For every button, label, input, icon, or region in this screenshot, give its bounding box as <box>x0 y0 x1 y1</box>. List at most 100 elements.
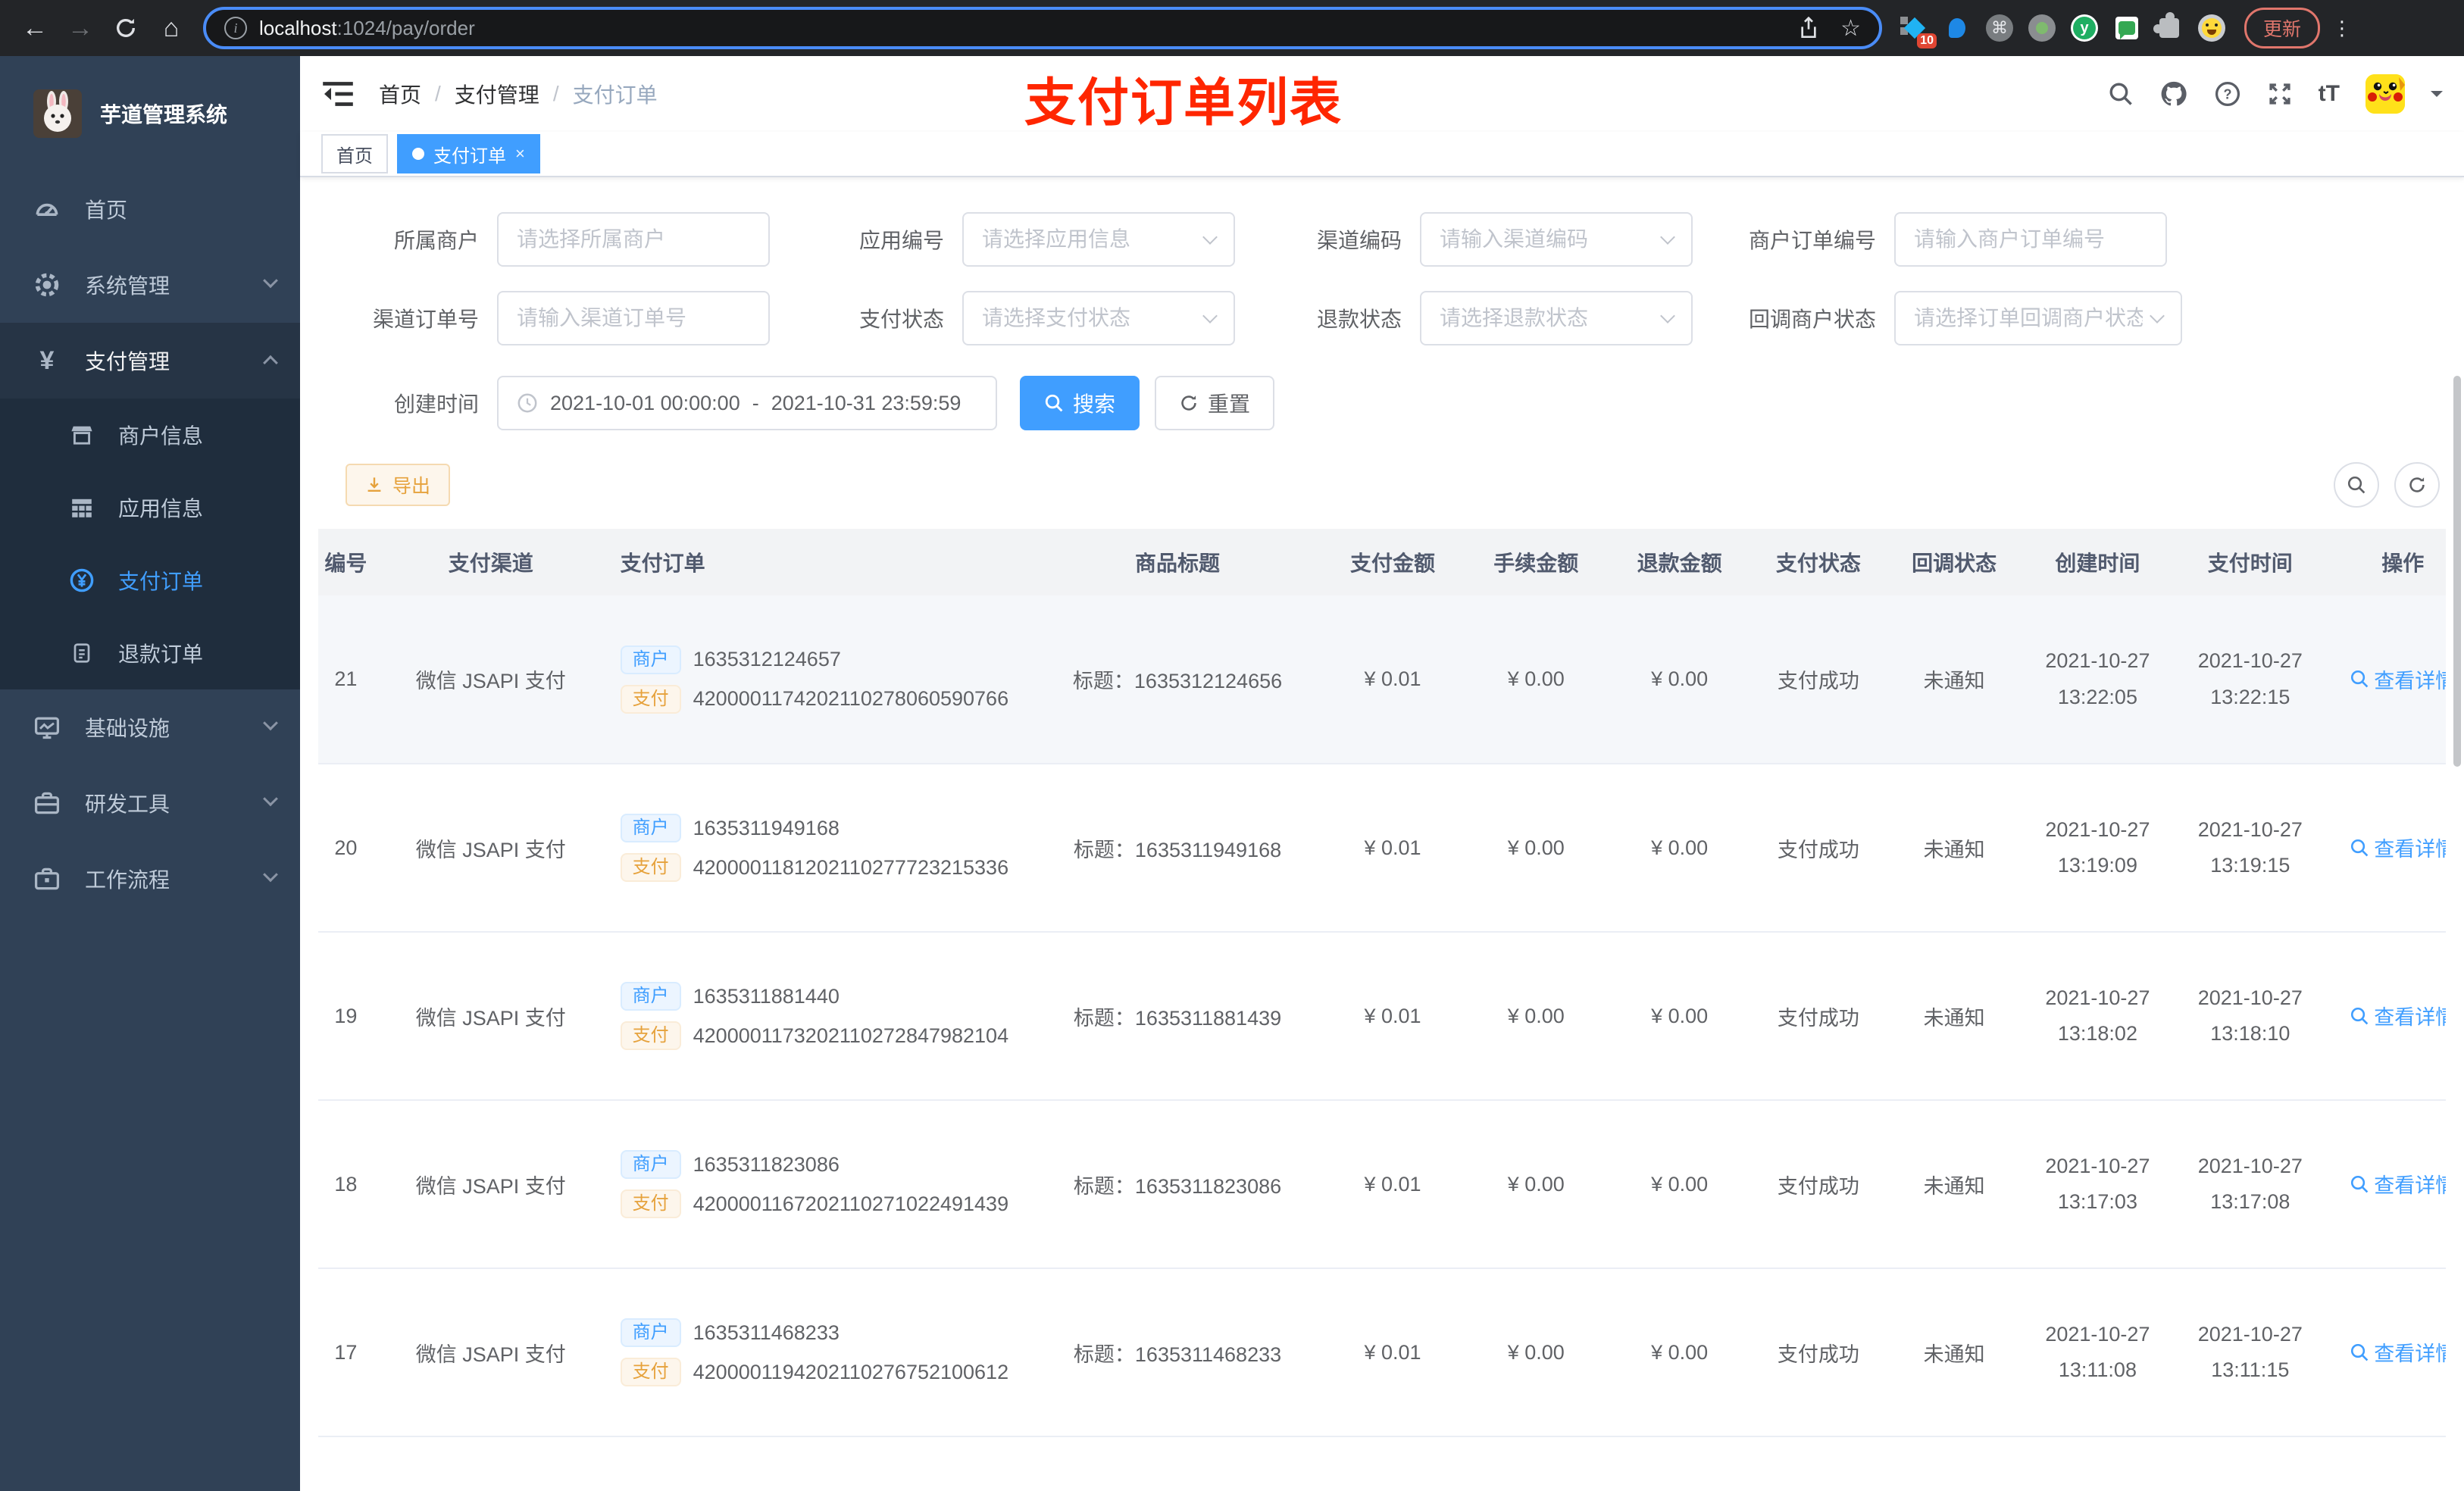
cell-refund: ¥ 0.00 <box>1609 1268 1750 1437</box>
sidebar-item-payment[interactable]: ¥ 支付管理 <box>0 323 300 399</box>
merchant-input[interactable] <box>497 212 770 267</box>
toggle-search-button[interactable] <box>2334 462 2379 508</box>
sidebar-item-refund-order[interactable]: 退款订单 <box>0 617 300 689</box>
pay-tag: 支付 <box>620 1358 681 1386</box>
refresh-table-button[interactable] <box>2394 462 2440 508</box>
command-icon[interactable]: ⌘ <box>1985 14 2014 42</box>
question-icon[interactable]: ? <box>2214 80 2241 108</box>
svg-text:?: ? <box>2223 86 2231 102</box>
forward-icon[interactable]: → <box>58 7 103 49</box>
cell-amount: ¥ 0.01 <box>1322 1268 1463 1437</box>
home-icon[interactable]: ⌂ <box>149 7 194 49</box>
cell-actions: 查看详情 <box>2326 595 2446 764</box>
merchant-order-line: 商户 1635311881440 <box>620 982 1033 1011</box>
close-icon[interactable]: × <box>515 144 525 164</box>
app-logo-row[interactable]: 芋道管理系统 <box>0 56 300 171</box>
cell-channel: 微信 JSAPI 支付 <box>391 1268 590 1437</box>
chevron-down-icon <box>263 273 278 289</box>
sidebar-item-home[interactable]: 首页 <box>0 171 300 247</box>
col-channel: 支付渠道 <box>391 529 590 595</box>
browser-menu-icon[interactable]: ⋮ <box>2332 18 2352 38</box>
cell-fee: ¥ 0.00 <box>1462 595 1609 764</box>
avatar[interactable] <box>2366 74 2405 114</box>
cell-notify-status: 未通知 <box>1887 932 2022 1101</box>
cell-amount: ¥ 0.01 <box>1322 932 1463 1101</box>
merchant-tag: 商户 <box>620 645 681 674</box>
merchant-order-no: 1635312124657 <box>693 648 841 670</box>
notify-status-select[interactable] <box>1894 291 2182 345</box>
merchant-tag: 商户 <box>620 1150 681 1179</box>
address-bar[interactable]: i localhost:1024/pay/order ☆ <box>203 7 1882 49</box>
y-circle-icon[interactable]: y <box>2070 14 2099 42</box>
tab-pay-order[interactable]: 支付订单 × <box>397 134 540 173</box>
refund-status-select[interactable] <box>1420 291 1693 345</box>
breadcrumb-home[interactable]: 首页 <box>379 79 421 109</box>
channel-code-select[interactable] <box>1420 212 1693 267</box>
fullscreen-icon[interactable] <box>2267 81 2293 107</box>
app-logo <box>33 89 82 138</box>
view-detail-link[interactable]: 查看详情 <box>2350 664 2446 694</box>
sidebar-item-system[interactable]: 系统管理 <box>0 247 300 323</box>
sidebar-item-pay-order[interactable]: 支付订单 <box>0 544 300 617</box>
reload-icon[interactable] <box>103 7 149 49</box>
view-detail-link[interactable]: 查看详情 <box>2350 1169 2446 1199</box>
chat-icon[interactable] <box>2112 14 2141 42</box>
puzzle-icon[interactable] <box>2153 12 2184 42</box>
filter-label: 回调商户状态 <box>1748 308 1876 331</box>
search-icon <box>1045 394 1063 412</box>
vertical-scrollbar[interactable] <box>2453 376 2461 767</box>
submenu-item-label: 商户信息 <box>118 424 204 448</box>
table-row: 商户1635311951796 <box>318 1436 2446 1491</box>
emoji-icon[interactable] <box>2197 14 2226 42</box>
search-icon[interactable] <box>2108 81 2134 107</box>
share-icon[interactable] <box>1798 17 1819 39</box>
sidebar-item-label: 支付管理 <box>85 350 170 374</box>
cell-pay-time: 2021-10-27 13:22:15 <box>2174 595 2327 764</box>
browser-update-button[interactable]: 更新 <box>2244 8 2321 48</box>
breadcrumb-payment[interactable]: 支付管理 <box>455 79 539 109</box>
view-detail-link[interactable]: 查看详情 <box>2350 833 2446 862</box>
collapse-sidebar-icon[interactable] <box>321 80 355 108</box>
search-icon <box>2351 1007 2369 1025</box>
github-icon[interactable] <box>2159 80 2188 108</box>
pay-order-no: 4200001173202110272847982104 <box>693 1024 1009 1047</box>
sidebar-item-infrastructure[interactable]: 基础设施 <box>0 689 300 765</box>
view-detail-link[interactable]: 查看详情 <box>2350 1001 2446 1030</box>
chevron-down-icon <box>263 791 278 807</box>
site-info-icon[interactable]: i <box>224 17 247 39</box>
pixel-diamond-icon[interactable]: 10 <box>1900 14 1937 48</box>
cell-create-time <box>2021 1436 2175 1491</box>
search-button[interactable]: 搜索 <box>1020 376 1140 430</box>
bookmark-star-icon[interactable]: ☆ <box>1840 15 1861 42</box>
sidebar-item-merchant-info[interactable]: 商户信息 <box>0 399 300 471</box>
balloon-icon[interactable] <box>1943 14 1972 42</box>
cell-pay-time: 2021-10-27 13:11:15 <box>2174 1268 2327 1437</box>
sidebar-item-dev-tools[interactable]: 研发工具 <box>0 765 300 841</box>
cell-id: 17 <box>318 1268 392 1437</box>
tags-view: 首页 支付订单 × <box>300 132 2464 177</box>
sidebar-item-workflow[interactable]: 工作流程 <box>0 841 300 917</box>
merchant-order-no-input[interactable] <box>1894 212 2167 267</box>
tab-home[interactable]: 首页 <box>321 134 388 173</box>
create-time-range-input[interactable]: 2021-10-01 00:00:00 - 2021-10-31 23:59:5… <box>497 376 997 430</box>
orders-table: 编号 支付渠道 支付订单 商品标题 支付金额 手续金额 退款金额 支付状态 回调… <box>318 529 2446 1491</box>
col-pay-order: 支付订单 <box>589 529 1033 595</box>
cell-id: 19 <box>318 932 392 1101</box>
app-select[interactable] <box>962 212 1235 267</box>
toolbox-icon <box>30 865 64 892</box>
chevron-down-icon <box>1202 308 1218 324</box>
cell-create-time: 2021-10-27 13:22:05 <box>2021 595 2175 764</box>
channel-order-no-input[interactable] <box>497 291 770 345</box>
reload-icon <box>117 18 135 37</box>
export-button[interactable]: 导出 <box>346 464 451 506</box>
sidebar-item-app-info[interactable]: 应用信息 <box>0 471 300 544</box>
chevron-down-icon[interactable] <box>2431 91 2443 103</box>
reset-button[interactable]: 重置 <box>1155 376 1275 430</box>
back-icon[interactable]: ← <box>12 7 58 49</box>
view-detail-link[interactable]: 查看详情 <box>2350 1337 2446 1367</box>
pay-status-select[interactable] <box>962 291 1235 345</box>
font-size-icon[interactable]: tT <box>2319 81 2340 107</box>
filter-label: 渠道订单号 <box>372 308 479 331</box>
col-notify-status: 回调状态 <box>1887 529 2022 595</box>
record-icon[interactable] <box>2028 14 2056 42</box>
